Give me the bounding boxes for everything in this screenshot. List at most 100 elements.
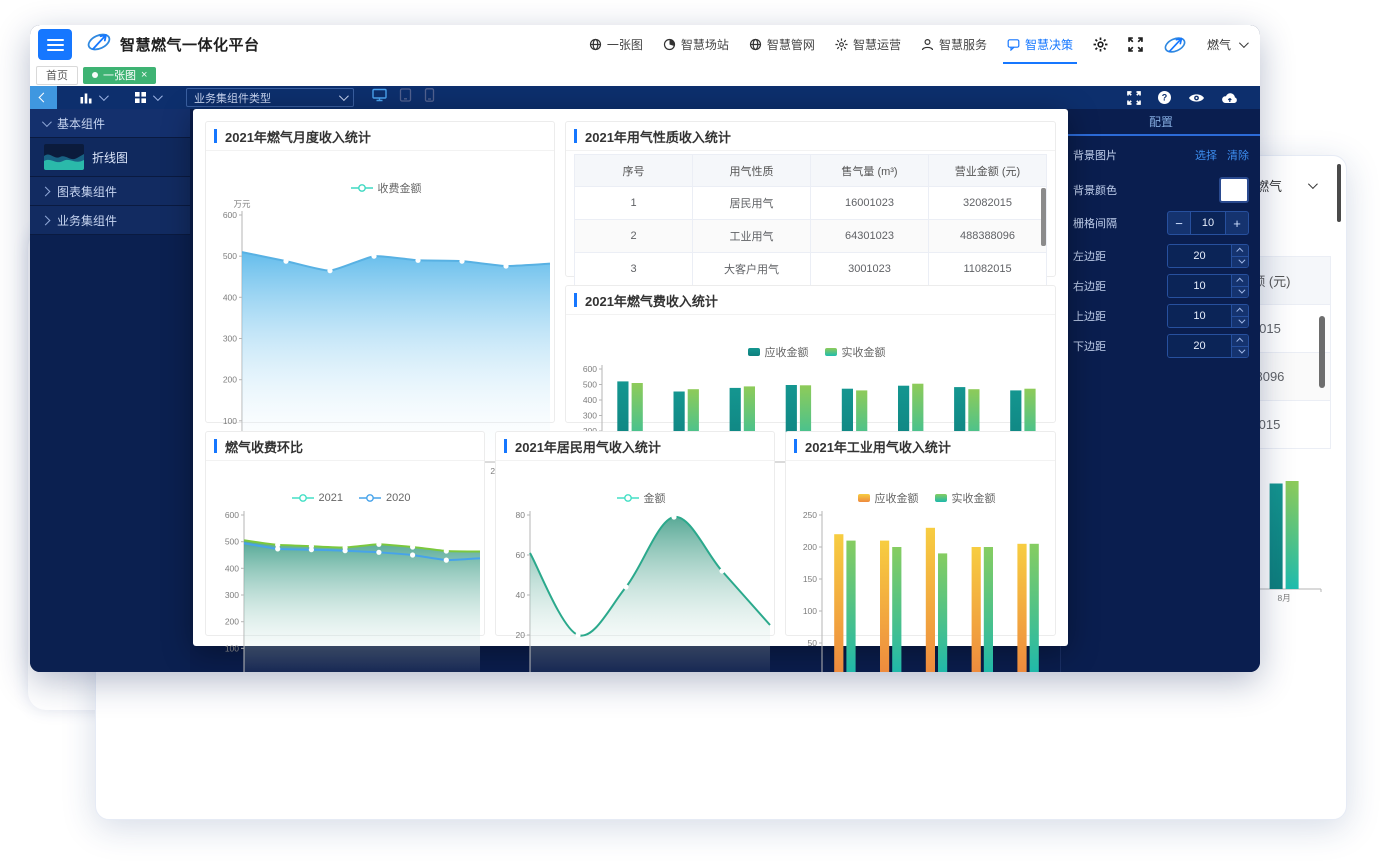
table-row: 1居民用气1600102332082015	[575, 187, 1047, 220]
tab-home[interactable]: 首页	[36, 66, 78, 85]
spin-down-icon[interactable]	[1232, 256, 1248, 268]
svg-text:300: 300	[223, 334, 237, 344]
tab-bar: 首页 一张图 ×	[30, 64, 1260, 86]
legend-swatch-icon	[858, 494, 870, 502]
minus-button[interactable]: −	[1167, 211, 1191, 235]
editor-toolbar: 业务集组件类型 ?	[30, 86, 1260, 109]
svg-text:60: 60	[516, 550, 526, 560]
margin-left-spinner: 20	[1167, 244, 1249, 268]
spin-up-icon[interactable]	[1232, 245, 1248, 256]
background-user-menu[interactable]: 燃气	[1256, 176, 1315, 195]
active-dot-icon	[92, 72, 98, 78]
chart-legend: 应收金额实收金额	[792, 489, 1061, 507]
svg-text:500: 500	[225, 537, 239, 547]
legend-item[interactable]: 2020	[359, 492, 410, 504]
accent-bar	[214, 129, 217, 143]
accent-bar	[574, 293, 577, 307]
chart-component-menu[interactable]	[79, 91, 106, 105]
help-icon[interactable]: ?	[1157, 90, 1172, 105]
legend-line-marker-icon	[292, 493, 314, 503]
sidebar-group-chartset[interactable]: 图表集组件	[30, 177, 190, 206]
sidebar-item-line-chart[interactable]: 折线图	[30, 138, 190, 177]
settings-gear-icon[interactable]	[1093, 37, 1108, 52]
bg-image-clear-link[interactable]: 清除	[1227, 147, 1249, 163]
user-brand-logo-icon[interactable]	[1163, 33, 1187, 57]
dashboard-preview-modal: 2021年燃气月度收入统计 收费金额0100200300400500600万元2…	[193, 109, 1068, 646]
sidebar-group-bizset[interactable]: 业务集组件	[30, 206, 190, 235]
grid-gap-value[interactable]: 10	[1191, 211, 1225, 235]
main-nav: 一张图 智慧场站 智慧管网 智慧运营 智慧服务	[589, 25, 1246, 64]
config-row-margin-left: 左边距 20	[1073, 244, 1249, 268]
spin-up-icon[interactable]	[1232, 275, 1248, 286]
panel-title: 2021年工业用气收入统计	[805, 437, 951, 456]
component-type-select[interactable]: 业务集组件类型	[186, 88, 354, 107]
svg-text:?: ?	[1162, 93, 1168, 103]
legend-item[interactable]: 2021	[292, 492, 343, 504]
tablet-icon[interactable]	[399, 88, 412, 107]
nav-item-operations[interactable]: 智慧运营	[835, 25, 901, 64]
collapse-sidebar-button[interactable]	[30, 86, 57, 109]
legend-item[interactable]: 2021	[264, 819, 315, 820]
panel-monthly-income: 2021年燃气月度收入统计 收费金额0100200300400500600万元2…	[205, 121, 555, 423]
bg-color-swatch[interactable]	[1219, 177, 1249, 203]
legend-item[interactable]: 实收金额	[935, 490, 996, 506]
bg-image-choose-link[interactable]: 选择	[1195, 147, 1217, 163]
widget-grid-menu[interactable]	[134, 91, 160, 104]
spin-down-icon[interactable]	[1232, 286, 1248, 298]
page: 燃气 序号用气性质售气量 (m³)营业金额 (元)1居民用气1600102332…	[0, 0, 1384, 867]
nav-item-network[interactable]: 智慧管网	[749, 25, 815, 64]
close-icon[interactable]: ×	[141, 70, 147, 81]
chevron-down-icon	[1239, 38, 1249, 48]
margin-right-spinner: 10	[1167, 274, 1249, 298]
nav-item-station[interactable]: 智慧场站	[663, 25, 729, 64]
cloud-save-icon[interactable]	[1221, 91, 1238, 104]
user-menu[interactable]: 燃气	[1207, 36, 1246, 53]
app-header: 智慧燃气一体化平台 一张图 智慧场站 智慧管网 智慧运营	[30, 25, 1260, 64]
background-table-scrollbar-thumb[interactable]	[1319, 316, 1325, 388]
legend-item[interactable]: 应收金额	[858, 490, 919, 506]
table-scrollbar-thumb[interactable]	[1041, 188, 1046, 246]
chevron-down-icon	[1308, 179, 1318, 189]
nav-item-service[interactable]: 智慧服务	[921, 25, 987, 64]
background-fee-compare-chart: 2021202001002003004005006000102030405060…	[106, 816, 541, 820]
spin-down-icon[interactable]	[1232, 346, 1248, 358]
nav-item-decision[interactable]: 智慧决策	[1007, 25, 1073, 64]
svg-text:40: 40	[516, 590, 526, 600]
legend-item[interactable]: 金额	[617, 490, 666, 506]
config-row-grid-gap: 栅格间隔 − 10 +	[1073, 211, 1249, 235]
preview-fullscreen-icon[interactable]	[1127, 91, 1141, 105]
spin-up-icon[interactable]	[1232, 335, 1248, 346]
user-label: 燃气	[1207, 36, 1231, 53]
spin-down-icon[interactable]	[1232, 316, 1248, 328]
svg-text:50: 50	[808, 638, 818, 648]
desktop-monitor-icon[interactable]	[372, 88, 387, 107]
config-row-margin-top: 上边距 10	[1073, 304, 1249, 328]
menu-hamburger-button[interactable]	[38, 29, 72, 60]
legend-item[interactable]: 实收金额	[825, 344, 886, 360]
component-sidebar: 基本组件 折线图 图表集组件 业务集组件	[30, 109, 190, 672]
legend-swatch-icon	[825, 348, 837, 356]
accent-bar	[794, 439, 797, 453]
sidebar-group-basic[interactable]: 基本组件	[30, 109, 190, 138]
nav-item-one-map[interactable]: 一张图	[589, 25, 643, 64]
panel-fee-compare: 燃气收费环比 202120200100200300400500600010203…	[205, 431, 485, 636]
fee-compare-chart: 2021202001002003004005006000102030405060…	[212, 489, 490, 672]
phone-icon[interactable]	[424, 88, 435, 107]
service-user-icon	[921, 38, 934, 51]
svg-text:20: 20	[516, 630, 526, 640]
legend-item[interactable]: 2020	[332, 819, 383, 820]
spin-up-icon[interactable]	[1232, 305, 1248, 316]
app-title: 智慧燃气一体化平台	[120, 34, 260, 55]
visibility-eye-icon[interactable]	[1188, 92, 1205, 104]
chevron-down-icon	[99, 91, 109, 101]
legend-item[interactable]: 应收金额	[748, 344, 809, 360]
tab-one-map-active[interactable]: 一张图 ×	[83, 67, 156, 84]
plus-button[interactable]: +	[1225, 211, 1249, 235]
accent-bar	[574, 129, 577, 143]
fullscreen-expand-icon[interactable]	[1128, 37, 1143, 52]
background-scrollbar-thumb[interactable]	[1337, 164, 1341, 222]
panel-title: 2021年用气性质收入统计	[585, 127, 731, 146]
chevron-down-icon	[42, 117, 52, 127]
legend-item[interactable]: 收费金额	[351, 180, 422, 196]
bar-chart-icon	[79, 91, 93, 105]
